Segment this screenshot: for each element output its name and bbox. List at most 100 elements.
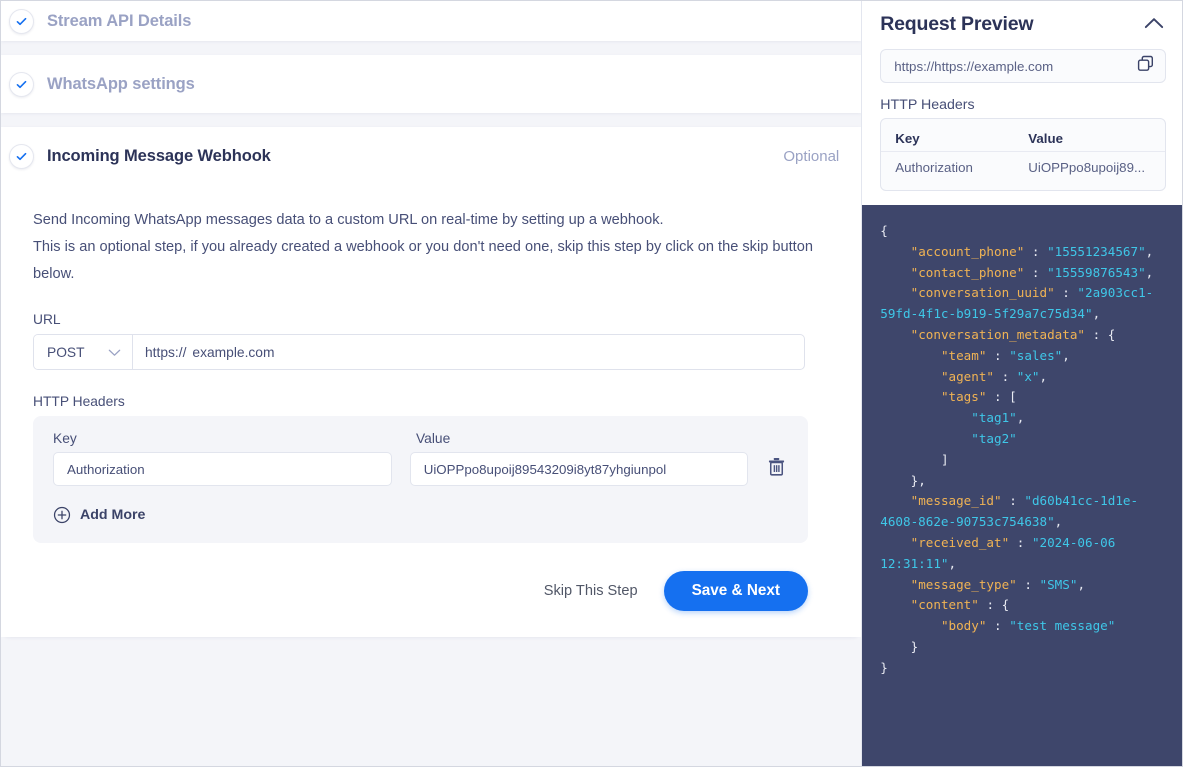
- url-field-group: POST https:// example.com: [33, 334, 805, 370]
- accordion-header-stream-api[interactable]: Stream API Details: [1, 1, 861, 41]
- code-token: },: [910, 472, 926, 488]
- header-value-input[interactable]: UiOPPpo8upoij89543209i8yt87yhgiunpol: [409, 452, 749, 486]
- code-token: "x": [1016, 368, 1040, 384]
- copy-button[interactable]: [1137, 55, 1154, 77]
- code-token: ,: [1077, 576, 1086, 592]
- request-preview-title: Request Preview: [880, 13, 1034, 35]
- code-token: :: [1054, 285, 1078, 301]
- code-token: :: [986, 618, 1010, 634]
- url-prefix-text: https://: [145, 344, 187, 360]
- collapse-panel-button[interactable]: [1144, 16, 1164, 34]
- header-key-column-label: Key: [53, 431, 77, 446]
- code-token: "conversation_metadata": [910, 326, 1085, 342]
- code-token: ,: [1016, 410, 1025, 426]
- code-token: "conversation_uuid": [910, 285, 1055, 301]
- plus-circle-icon: [53, 506, 71, 524]
- trash-icon: [768, 457, 785, 481]
- code-token: ,: [1039, 368, 1048, 384]
- code-token: "SMS": [1039, 576, 1078, 592]
- delete-header-button[interactable]: [764, 455, 788, 483]
- code-token: "message_id": [910, 493, 1002, 509]
- preview-col-value: Value: [1028, 131, 1064, 146]
- accordion-title: Incoming Message Webhook: [47, 146, 271, 165]
- http-method-select[interactable]: POST: [34, 335, 133, 369]
- http-method-value: POST: [47, 344, 85, 360]
- code-token: ,: [1145, 243, 1154, 259]
- code-token: "15551234567": [1047, 243, 1146, 259]
- code-token: }: [880, 659, 888, 675]
- code-token: :: [994, 368, 1017, 384]
- accordion-card-incoming-message-webhook: Incoming Message Webhook Optional Send I…: [1, 127, 862, 637]
- check-circle-icon: [9, 8, 34, 34]
- code-token: "team": [940, 347, 987, 363]
- code-token: ,: [1062, 347, 1070, 363]
- code-token: ,: [1054, 514, 1063, 530]
- header-key-input[interactable]: Authorization: [53, 452, 392, 486]
- check-circle-icon: [9, 143, 34, 169]
- code-token: : {: [986, 597, 1010, 613]
- webhook-description-line-1: Send Incoming WhatsApp messages data to …: [33, 212, 664, 228]
- code-token: "message_type": [910, 576, 1017, 592]
- url-input-value: example.com: [192, 344, 275, 360]
- code-token: ]: [940, 451, 949, 467]
- code-token: :: [1016, 576, 1040, 592]
- code-token: "contact_phone": [910, 264, 1025, 280]
- preview-col-key: Key: [895, 131, 920, 146]
- code-token: : [: [994, 389, 1017, 405]
- check-circle-icon: [9, 71, 34, 97]
- code-token: :: [1024, 264, 1048, 280]
- webhook-form: Send Incoming WhatsApp messages data to …: [1, 185, 862, 637]
- accordion-header-whatsapp-settings[interactable]: WhatsApp settings: [1, 55, 861, 113]
- header-key-value: Authorization: [67, 461, 145, 477]
- copy-icon: [1137, 55, 1154, 77]
- code-token: : {: [1092, 326, 1116, 342]
- skip-this-step-button[interactable]: Skip This Step: [528, 573, 654, 609]
- code-token: "tag1": [971, 410, 1017, 426]
- request-payload-code-block: { "account_phone" : "15551234567", "cont…: [862, 205, 1182, 766]
- code-token: "body": [940, 618, 987, 634]
- preview-table-row: Authorization UiOPPpo8upoij89...: [881, 152, 1165, 182]
- url-input[interactable]: https:// example.com: [133, 335, 804, 369]
- code-token: :: [1001, 493, 1025, 509]
- code-token: "test message": [1009, 618, 1116, 634]
- http-headers-column-labels: Key Value: [53, 431, 788, 446]
- preview-http-headers-label: HTTP Headers: [880, 97, 975, 113]
- code-token: ,: [948, 555, 957, 571]
- code-token: "tag2": [971, 430, 1017, 446]
- code-token: :: [986, 347, 1010, 363]
- save-and-next-button[interactable]: Save & Next: [663, 571, 808, 611]
- preview-url-text: https://https://example.com: [894, 58, 1054, 74]
- code-token: "account_phone": [910, 243, 1025, 259]
- form-actions: Skip This Step Save & Next: [33, 571, 808, 611]
- webhook-description-line-2: This is an optional step, if you already…: [33, 239, 813, 282]
- chevron-up-icon: [1144, 16, 1164, 34]
- header-value-column-label: Value: [416, 431, 451, 446]
- code-token: :: [1024, 243, 1048, 259]
- code-token: "15559876543": [1047, 264, 1146, 280]
- accordion-header-incoming-message-webhook[interactable]: Incoming Message Webhook Optional: [1, 127, 861, 185]
- add-more-label: Add More: [80, 507, 146, 523]
- code-token: }: [910, 638, 919, 654]
- preview-header-value: UiOPPpo8upoij89...: [1028, 159, 1146, 175]
- accordion-card-stream-api: Stream API Details: [1, 1, 862, 41]
- preview-url-field[interactable]: https://https://example.com: [880, 49, 1166, 83]
- code-token: :: [1009, 534, 1032, 550]
- header-value-value: UiOPPpo8upoij89543209i8yt87yhgiunpol: [423, 461, 667, 477]
- webhook-setup-screen: Stream API Details WhatsApp settings Inc…: [0, 0, 1183, 767]
- chevron-down-icon: [108, 345, 121, 360]
- add-more-button[interactable]: Add More: [53, 506, 145, 524]
